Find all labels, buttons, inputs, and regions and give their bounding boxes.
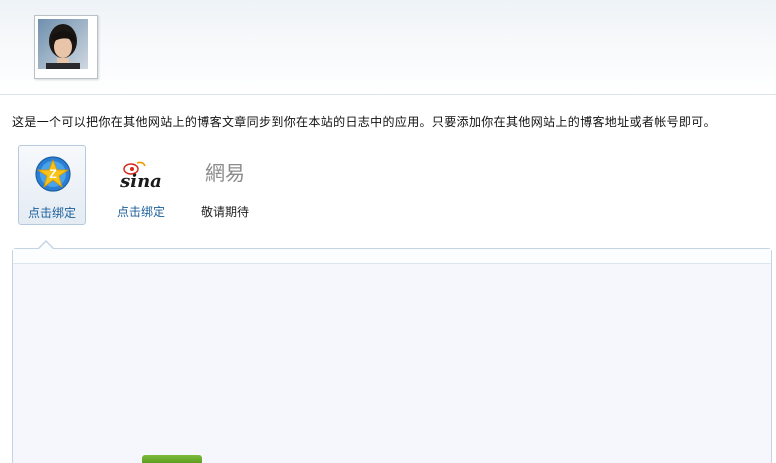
avatar-photo <box>38 19 88 69</box>
svg-text:網易: 網易 <box>205 161 245 185</box>
svg-text:sina: sina <box>119 171 162 192</box>
netease-coming-soon-label: 敬请期待 <box>200 205 249 219</box>
service-sina[interactable]: sina 点击绑定 <box>107 145 175 225</box>
sina-bind-label[interactable]: 点击绑定 <box>107 203 175 220</box>
green-button-edge[interactable] <box>142 455 202 463</box>
sina-logo-icon: sina <box>107 153 175 193</box>
intro-description: 这是一个可以把你在其他网站上的博客文章同步到你在本站的日志中的应用。只要添加你在… <box>12 115 716 129</box>
qzone-bind-label[interactable]: 点击绑定 <box>19 204 85 221</box>
panel-top-bar <box>13 249 771 264</box>
user-avatar[interactable] <box>34 15 98 79</box>
netease-logo-icon: 網易 <box>191 153 259 193</box>
profile-header <box>0 0 776 95</box>
service-qzone[interactable]: Z 点击绑定 <box>18 145 86 225</box>
service-163: 網易 敬请期待 <box>191 145 259 225</box>
qzone-logo-icon: Z <box>19 154 85 194</box>
panel-pointer-fill <box>38 242 54 250</box>
svg-text:Z: Z <box>49 167 56 181</box>
service-settings-panel <box>12 248 772 463</box>
